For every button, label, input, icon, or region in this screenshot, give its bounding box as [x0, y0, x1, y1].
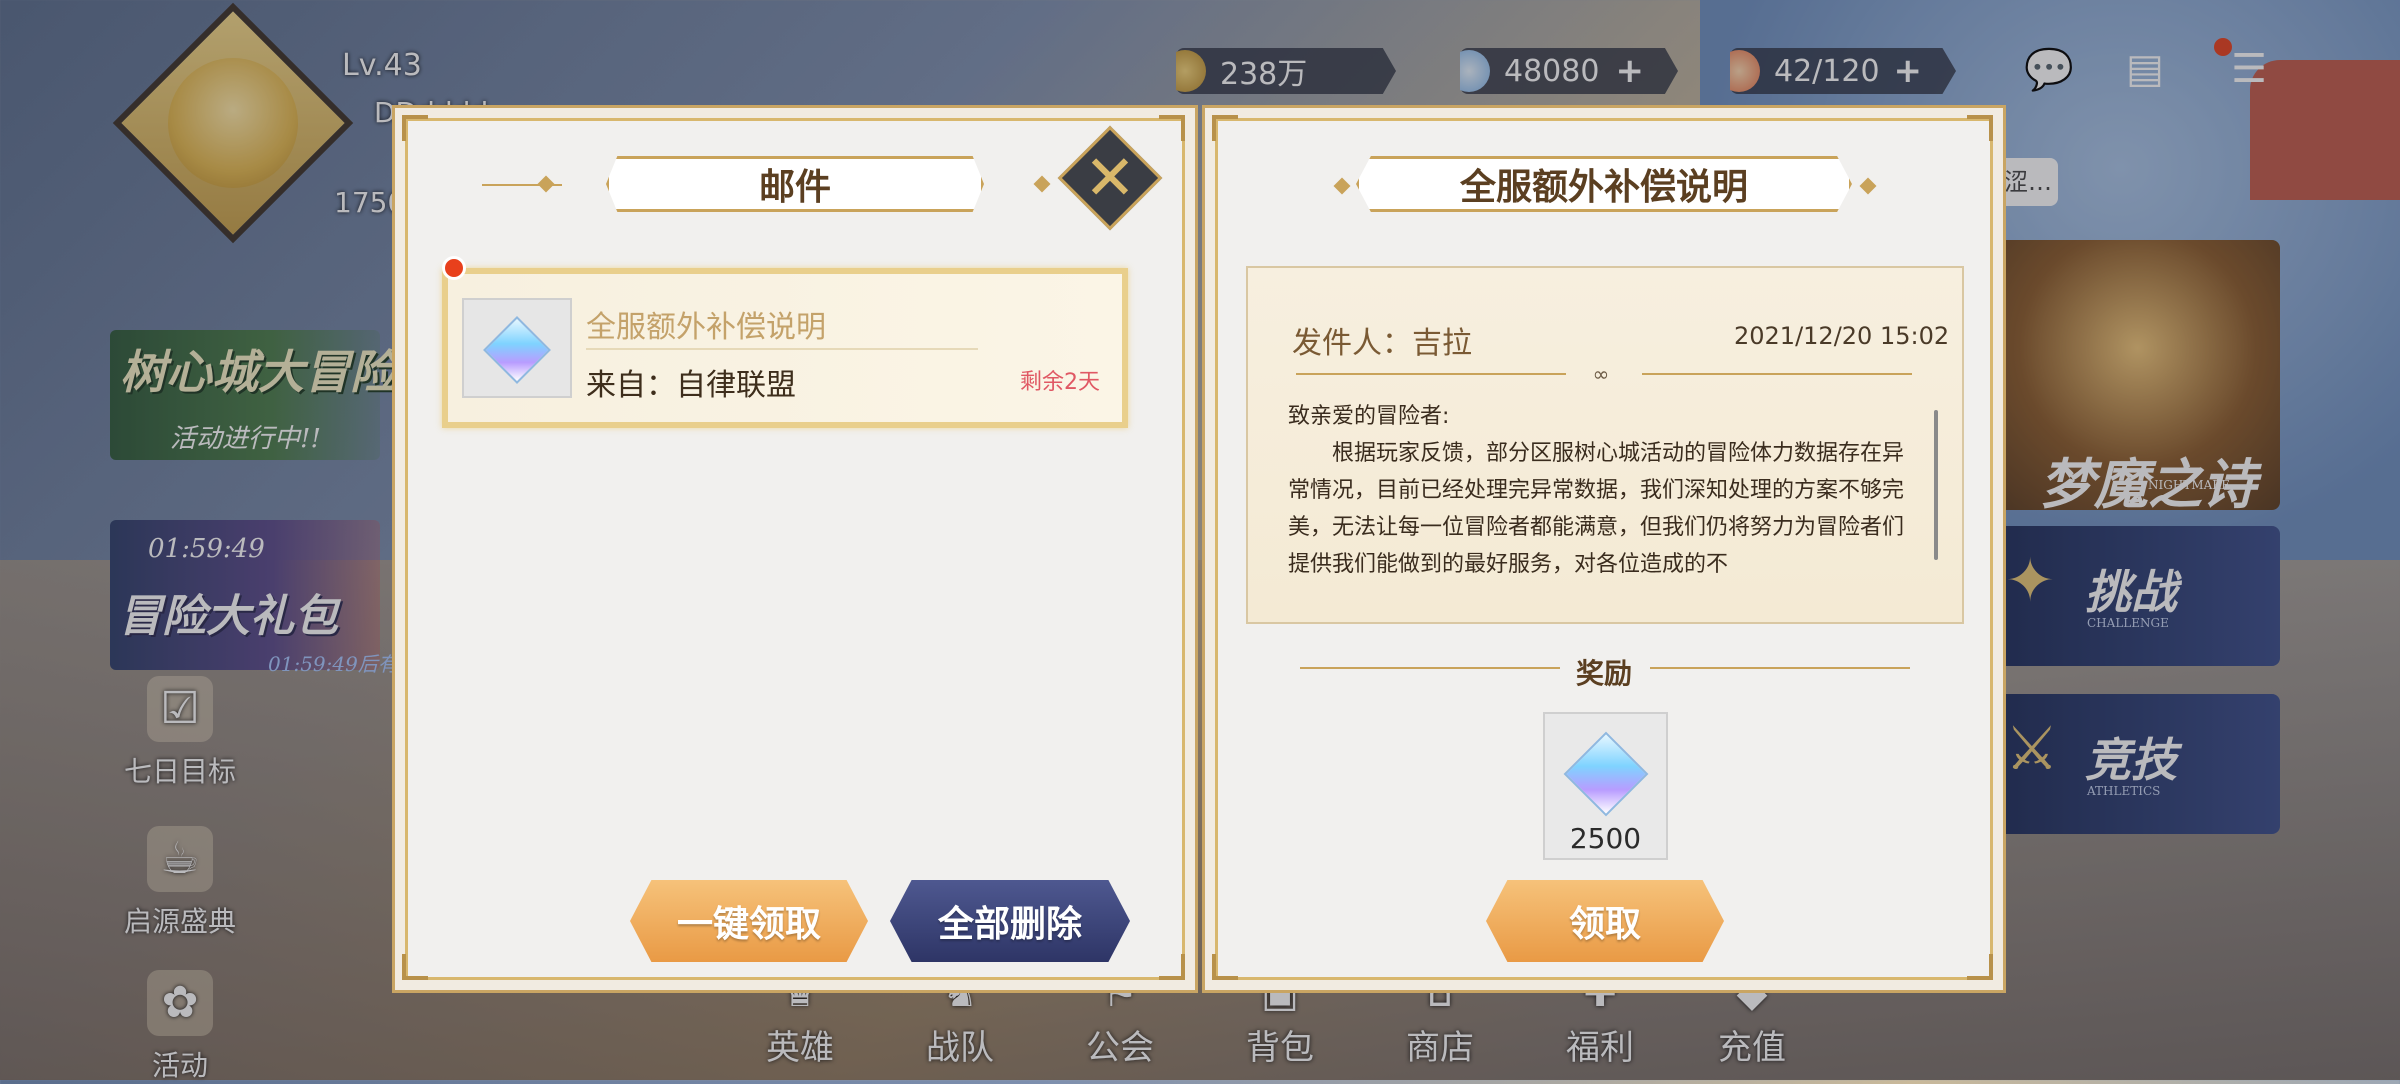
corner-ornament — [1159, 115, 1185, 141]
crystal-icon — [1563, 731, 1648, 817]
corner-ornament — [1967, 954, 1993, 980]
letter-deco-knot: ∞ — [1592, 362, 1610, 386]
modal-overlay[interactable] — [0, 0, 2400, 1080]
mail-date: 2021/12/20 15:02 — [1734, 322, 1950, 350]
claim-all-button[interactable]: 一键领取 — [630, 880, 868, 962]
mail-item-divider — [586, 348, 978, 350]
corner-ornament — [402, 115, 428, 141]
crystal-icon — [483, 316, 551, 384]
mail-detail-title: 全服额外补偿说明 — [1356, 156, 1852, 212]
mail-panel — [405, 118, 1185, 980]
mail-body[interactable]: 致亲爱的冒险者: 根据玩家反馈，部分区服树心城活动的冒险体力数据存在异常情况，目… — [1288, 398, 1918, 576]
mail-panel-title: 邮件 — [606, 156, 984, 212]
unread-dot — [442, 256, 466, 280]
reward-deco-line — [1650, 667, 1910, 669]
reward-label: 奖励 — [1576, 657, 1633, 690]
claim-button[interactable]: 领取 — [1486, 880, 1724, 962]
mail-item-thumbnail — [462, 298, 572, 398]
letter-deco-line — [1296, 373, 1566, 375]
reward-quantity: 2500 — [1569, 822, 1642, 855]
corner-ornament — [1967, 115, 1993, 141]
mail-item-remaining: 剩余2天 — [1020, 370, 1100, 395]
corner-ornament — [1212, 954, 1238, 980]
letter-deco-line — [1642, 373, 1912, 375]
mail-item-sender: 来自：自律联盟 — [586, 368, 796, 403]
mail-body-text: 根据玩家反馈，部分区服树心城活动的冒险体力数据存在异常情况，目前已经处理完异常数… — [1288, 441, 1905, 576]
mail-greeting: 致亲爱的冒险者: — [1288, 404, 1450, 429]
mail-item-title: 全服额外补偿说明 — [586, 310, 826, 345]
close-icon[interactable]: ✕ — [1073, 141, 1147, 215]
corner-ornament — [402, 954, 428, 980]
reward-deco-line — [1300, 667, 1560, 669]
mail-body-scrollbar[interactable] — [1934, 410, 1938, 560]
corner-ornament — [1212, 115, 1238, 141]
corner-ornament — [1159, 954, 1185, 980]
mail-sender: 发件人：吉拉 — [1292, 326, 1472, 361]
delete-all-button[interactable]: 全部删除 — [890, 880, 1130, 962]
